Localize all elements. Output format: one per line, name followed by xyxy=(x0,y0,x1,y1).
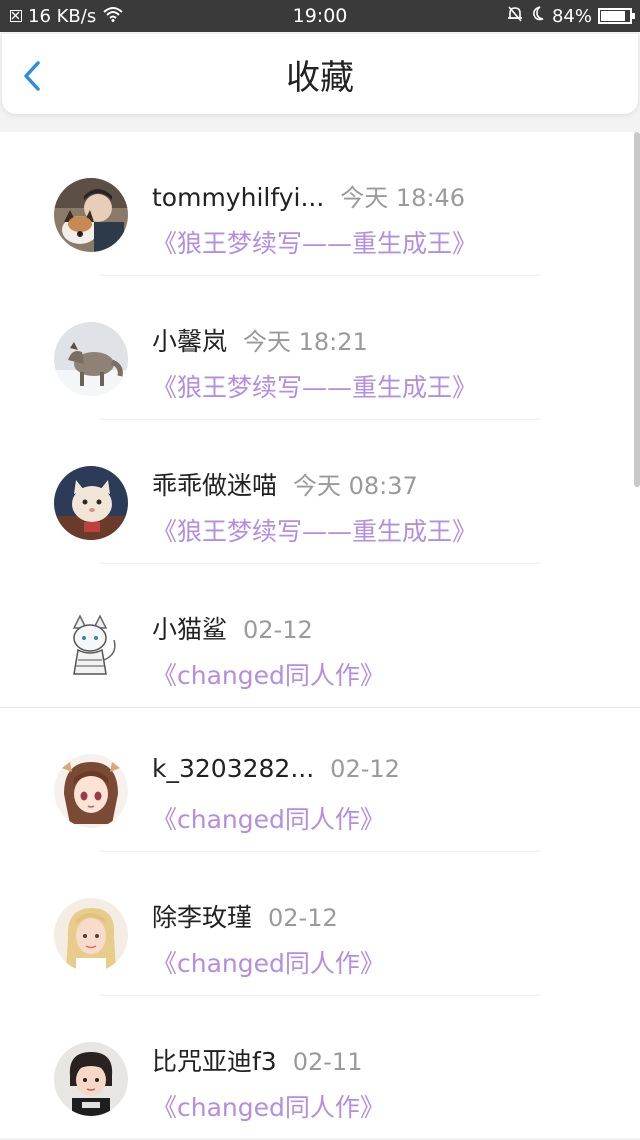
item-header: tommyhilfyi... 今天 18:46 xyxy=(152,178,465,213)
status-bar-right: 84% xyxy=(506,0,635,32)
battery-percent: 84% xyxy=(551,5,592,27)
story-title-link[interactable]: 《changed同人作》 xyxy=(152,944,385,980)
username[interactable]: 乖乖做迷喵 xyxy=(152,466,277,502)
timestamp: 今天 08:37 xyxy=(293,472,418,500)
story-title-link[interactable]: 《狼王梦续写——重生成王》 xyxy=(152,512,477,548)
list-item[interactable]: 除李玫瑾 02-12 《changed同人作》 xyxy=(0,852,640,996)
avatar-boy-with-dog[interactable] xyxy=(54,178,128,252)
timestamp: 今天 18:21 xyxy=(243,328,368,356)
list-item[interactable]: 比咒亚迪f3 02-11 《changed同人作》 xyxy=(0,996,640,1140)
header-bar: 收藏 xyxy=(2,34,638,114)
scrollbar[interactable] xyxy=(634,132,640,487)
username[interactable]: k_3203282... xyxy=(152,754,314,783)
story-title-link[interactable]: 《狼王梦续写——重生成王》 xyxy=(152,368,477,404)
item-header: 比咒亚迪f3 02-11 xyxy=(152,1042,362,1078)
username[interactable]: 小猫鲨 xyxy=(152,610,227,646)
timestamp: 02-11 xyxy=(292,1048,363,1076)
item-header: 小馨岚 今天 18:21 xyxy=(152,322,368,358)
story-title-link[interactable]: 《狼王梦续写——重生成王》 xyxy=(152,224,477,260)
moon-icon xyxy=(530,5,546,28)
username[interactable]: tommyhilfyi... xyxy=(152,183,324,212)
favorites-list[interactable]: tommyhilfyi... 今天 18:46 《狼王梦续写——重生成王》 小馨… xyxy=(0,132,640,1138)
avatar-wolf[interactable] xyxy=(54,322,128,396)
avatar-blonde-girl[interactable] xyxy=(54,898,128,972)
mute-bell-icon xyxy=(506,5,524,28)
avatar-anime-girl[interactable] xyxy=(54,754,128,828)
username[interactable]: 比咒亚迪f3 xyxy=(152,1042,277,1078)
story-title-link[interactable]: 《changed同人作》 xyxy=(152,800,385,836)
timestamp: 02-12 xyxy=(268,904,338,932)
list-item[interactable]: k_3203282... 02-12 《changed同人作》 xyxy=(0,708,640,852)
list-item[interactable]: tommyhilfyi... 今天 18:46 《狼王梦续写——重生成王》 xyxy=(0,132,640,276)
item-header: 除李玫瑾 02-12 xyxy=(152,898,338,934)
avatar-child[interactable] xyxy=(54,1042,128,1116)
page-title: 收藏 xyxy=(286,57,354,98)
avatar-anime-sketch[interactable] xyxy=(54,610,128,684)
status-bar: 16 KB/s 19:00 84% xyxy=(0,0,640,32)
timestamp: 02-12 xyxy=(243,616,313,644)
timestamp: 02-12 xyxy=(330,755,400,783)
list-item[interactable]: 乖乖做迷喵 今天 08:37 《狼王梦续写——重生成王》 xyxy=(0,420,640,564)
username[interactable]: 小馨岚 xyxy=(152,322,227,358)
list-item[interactable]: 小馨岚 今天 18:21 《狼王梦续写——重生成王》 xyxy=(0,276,640,420)
battery-level xyxy=(601,11,625,21)
avatar-cat[interactable] xyxy=(54,466,128,540)
story-title-link[interactable]: 《changed同人作》 xyxy=(152,1088,385,1124)
item-header: 小猫鲨 02-12 xyxy=(152,610,313,646)
list-item[interactable]: 小猫鲨 02-12 《changed同人作》 xyxy=(0,564,640,708)
username[interactable]: 除李玫瑾 xyxy=(152,898,252,934)
item-header: 乖乖做迷喵 今天 08:37 xyxy=(152,466,418,502)
battery-icon xyxy=(598,8,635,24)
item-header: k_3203282... 02-12 xyxy=(152,754,400,783)
timestamp: 今天 18:46 xyxy=(340,184,466,212)
story-title-link[interactable]: 《changed同人作》 xyxy=(152,656,385,692)
